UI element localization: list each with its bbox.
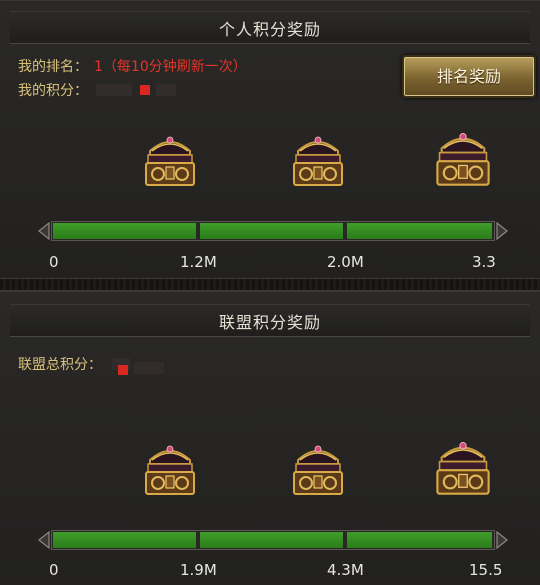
progress-track	[51, 221, 495, 241]
personal-progress-bar	[37, 219, 509, 243]
alliance-reward-panel: 联盟积分奖励 联盟总积分： 0 1.9M 4.3M 15.5	[0, 291, 540, 585]
arrow-right-icon[interactable]	[495, 531, 509, 549]
treasure-chest-icon[interactable]	[140, 440, 200, 498]
rank-row: 我的排名： 1（每10分钟刷新一次）	[18, 56, 247, 76]
personal-section-title: 个人积分奖励	[10, 11, 530, 44]
treasure-chest-icon[interactable]	[288, 440, 348, 498]
arrow-left-icon[interactable]	[37, 222, 51, 240]
progress-fill-segment	[200, 223, 343, 239]
rank-label: 我的排名：	[18, 59, 88, 75]
points-row: 我的积分：	[18, 80, 176, 100]
points-label: 我的积分：	[18, 83, 88, 99]
progress-fill-segment	[53, 223, 196, 239]
tick-label: 3.3	[472, 253, 496, 271]
tick-label: 1.2M	[180, 253, 217, 271]
tick-label: 0	[49, 253, 59, 271]
treasure-chest-icon[interactable]	[431, 436, 495, 498]
alliance-points-row: 联盟总积分：	[18, 354, 130, 374]
rank-value: 1（每10分钟刷新一次）	[94, 59, 247, 75]
progress-fill-segment	[200, 532, 343, 548]
tick-label: 0	[49, 561, 59, 579]
tick-label: 1.9M	[180, 561, 217, 579]
personal-reward-panel: 个人积分奖励 我的排名： 1（每10分钟刷新一次） 我的积分： 排名奖励 0 1…	[0, 0, 540, 278]
progress-fill-segment	[347, 223, 492, 239]
alliance-section-title: 联盟积分奖励	[10, 304, 530, 337]
redacted-points-tail	[156, 84, 176, 96]
progress-track	[51, 530, 495, 550]
progress-fill-segment	[53, 532, 196, 548]
treasure-chest-icon[interactable]	[140, 131, 200, 189]
progress-fill-segment	[347, 532, 492, 548]
treasure-chest-icon[interactable]	[431, 127, 495, 189]
tick-label: 15.5	[469, 561, 503, 579]
treasure-chest-icon[interactable]	[288, 131, 348, 189]
red-marker	[118, 365, 128, 375]
arrow-left-icon[interactable]	[37, 531, 51, 549]
section-divider	[0, 278, 540, 291]
redacted-alliance-points-tail	[134, 362, 164, 374]
alliance-points-label: 联盟总积分：	[18, 357, 102, 373]
red-marker	[140, 85, 150, 95]
tick-label: 2.0M	[327, 253, 364, 271]
rank-reward-button[interactable]: 排名奖励	[402, 55, 536, 98]
redacted-points	[96, 84, 132, 96]
arrow-right-icon[interactable]	[495, 222, 509, 240]
alliance-progress-bar	[37, 528, 509, 552]
tick-label: 4.3M	[327, 561, 364, 579]
